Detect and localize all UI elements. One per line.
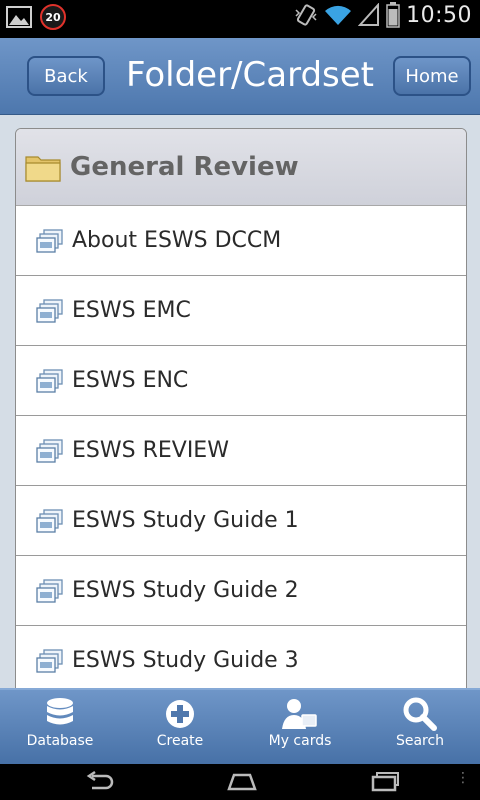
folder-icon bbox=[25, 156, 61, 182]
cardset-label: ESWS REVIEW bbox=[72, 438, 229, 463]
cardset-icon bbox=[36, 228, 63, 253]
notification-count: 20 bbox=[45, 10, 61, 24]
tab-my-cards[interactable]: My cards bbox=[240, 690, 360, 766]
system-nav-bar: ⋮ bbox=[0, 764, 480, 800]
nav-back-icon[interactable] bbox=[84, 770, 114, 792]
list-item[interactable]: ESWS ENC bbox=[16, 346, 466, 416]
cardset-label: ESWS Study Guide 2 bbox=[72, 578, 299, 603]
list-item[interactable]: ESWS Study Guide 1 bbox=[16, 486, 466, 556]
bottom-tab-bar: Database Create My cards Search bbox=[0, 688, 480, 766]
vibrate-icon bbox=[295, 4, 317, 26]
tab-create[interactable]: Create bbox=[120, 690, 240, 766]
tab-search[interactable]: Search bbox=[360, 690, 480, 766]
list-item[interactable]: ESWS Study Guide 2 bbox=[16, 556, 466, 626]
list-item[interactable]: About ESWS DCCM bbox=[16, 206, 466, 276]
cardset-label: ESWS Study Guide 3 bbox=[72, 648, 299, 673]
my-cards-icon bbox=[282, 699, 317, 729]
cardset-icon bbox=[36, 578, 63, 603]
cardset-icon bbox=[36, 648, 63, 673]
back-button[interactable]: Back bbox=[27, 56, 105, 96]
signal-icon bbox=[358, 3, 380, 26]
list-item[interactable]: ESWS REVIEW bbox=[16, 416, 466, 486]
list-item[interactable]: ESWS EMC bbox=[16, 276, 466, 346]
folder-title: General Review bbox=[70, 152, 299, 182]
notification-badge-icon: 20 bbox=[40, 4, 66, 30]
search-icon bbox=[403, 697, 437, 731]
nav-home-icon[interactable] bbox=[226, 770, 258, 792]
tab-create-label: Create bbox=[156, 733, 204, 749]
cardset-label: ESWS Study Guide 1 bbox=[72, 508, 299, 533]
database-icon bbox=[47, 698, 73, 725]
list-item[interactable]: ESWS Study Guide 3 bbox=[16, 626, 466, 694]
app-header: Back Folder/Cardset Home bbox=[0, 38, 480, 115]
home-button[interactable]: Home bbox=[393, 56, 471, 96]
tab-search-label: Search bbox=[395, 733, 445, 749]
gallery-icon bbox=[6, 6, 32, 28]
nav-recents-icon[interactable] bbox=[370, 770, 400, 792]
cardset-label: ESWS EMC bbox=[72, 298, 191, 323]
cardset-label: ESWS ENC bbox=[72, 368, 189, 393]
cardset-icon bbox=[36, 438, 63, 463]
cardset-icon bbox=[36, 508, 63, 533]
status-clock: 10:50 bbox=[406, 2, 472, 28]
cardset-icon bbox=[36, 298, 63, 323]
tab-my-cards-label: My cards bbox=[268, 733, 332, 749]
cardset-list: General Review About ESWS DCCM ESWS EMC … bbox=[15, 128, 467, 695]
battery-icon bbox=[386, 2, 400, 28]
overflow-menu-icon[interactable]: ⋮ bbox=[456, 770, 470, 786]
folder-header[interactable]: General Review bbox=[16, 129, 466, 206]
cardset-icon bbox=[36, 368, 63, 393]
status-bar: 20 10:50 bbox=[0, 0, 480, 38]
plus-icon bbox=[166, 700, 194, 728]
tab-database-label: Database bbox=[26, 733, 94, 749]
tab-database[interactable]: Database bbox=[0, 690, 120, 766]
page-title: Folder/Cardset bbox=[125, 55, 375, 95]
cardset-label: About ESWS DCCM bbox=[72, 228, 282, 253]
wifi-icon bbox=[325, 5, 352, 25]
